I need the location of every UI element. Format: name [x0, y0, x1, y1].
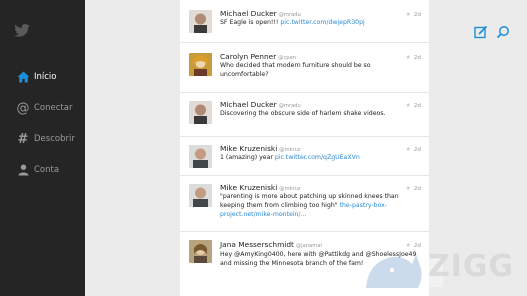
author-handle: @mradu — [278, 103, 301, 109]
zigg-watermark: ZIGG — [362, 236, 527, 296]
tweet[interactable]: Carolyn Penner @cpen ★ 2d Who decided that… — [180, 43, 429, 93]
tweet-author[interactable]: Mike Kruzeniski @mkruz — [220, 183, 301, 192]
avatar[interactable] — [189, 145, 212, 168]
tweet-link[interactable]: pic.twitter.com/qZgUEaXVn — [275, 154, 360, 161]
at-icon: @ — [16, 100, 30, 116]
author-handle: @mkruz — [279, 186, 301, 192]
tweet-author[interactable]: Michael Ducker @mradu — [220, 9, 301, 18]
tweet-text: Discovering the obscure side of harlem s… — [220, 110, 420, 119]
tweet-body: Who decided that modern furniture should… — [220, 62, 371, 78]
avatar[interactable] — [189, 10, 212, 33]
tweet-time: ★ 2d — [405, 185, 421, 192]
sidebar: Início @ Conectar # Descobrir Conta — [0, 0, 85, 296]
favorite-icon: ★ — [405, 102, 411, 109]
sidebar-item-inicio[interactable]: Início — [16, 68, 57, 86]
tweet[interactable]: Mike Kruzeniski @mkruz ★ 2d 1 (amazing) ye… — [180, 137, 429, 176]
compose-icon[interactable] — [474, 24, 488, 39]
avatar[interactable] — [189, 101, 212, 124]
tweet-author[interactable]: Jana Messerschmidt @janamal — [220, 240, 322, 249]
tweet-body: SF Eagle is open!!! — [220, 19, 281, 26]
avatar[interactable] — [189, 240, 212, 263]
tweet-time: ★ 2d — [405, 54, 421, 61]
tweet[interactable]: Mike Kruzeniski @mkruz ★ 2d "parenting is … — [180, 176, 429, 232]
home-icon — [16, 70, 30, 84]
time-label: 2d — [413, 102, 421, 109]
sidebar-item-label: Início — [34, 72, 57, 82]
sidebar-item-label: Conectar — [34, 103, 73, 113]
time-label: 2d — [413, 11, 421, 18]
sidebar-item-descobrir[interactable]: # Descobrir — [16, 130, 75, 148]
tweet-body: 1 (amazing) year — [220, 154, 275, 161]
favorite-icon: ★ — [405, 146, 411, 153]
user-icon — [16, 163, 30, 177]
tweet-text: Who decided that modern furniture should… — [220, 62, 420, 80]
time-label: 2d — [413, 185, 421, 192]
search-icon[interactable] — [496, 24, 510, 39]
sidebar-item-label: Descobrir — [34, 134, 75, 144]
tweet-author[interactable]: Mike Kruzeniski @mkruz — [220, 144, 301, 153]
tweet-time: ★ 2d — [405, 11, 421, 18]
tweet-text: SF Eagle is open!!! pic.twitter.com/dwje… — [220, 19, 420, 28]
tweet-author[interactable]: Michael Ducker @mradu — [220, 100, 301, 109]
twitter-logo-icon — [14, 22, 30, 41]
author-handle: @cpen — [278, 55, 297, 61]
watermark-text: ZIGG — [428, 249, 515, 284]
tweet[interactable]: Michael Ducker @mradu ★ 2d Discovering the… — [180, 93, 429, 137]
tweet-link[interactable]: pic.twitter.com/dwjepR30pj — [280, 19, 364, 26]
tweet-time: ★ 2d — [405, 146, 421, 153]
avatar[interactable] — [189, 53, 212, 76]
favorite-icon: ★ — [405, 185, 411, 192]
tweet-author[interactable]: Carolyn Penner @cpen — [220, 52, 296, 61]
sidebar-item-conectar[interactable]: @ Conectar — [16, 99, 73, 117]
author-handle: @mkruz — [279, 147, 301, 153]
author-name: Mike Kruzeniski — [220, 183, 278, 192]
author-handle: @mradu — [278, 12, 301, 18]
tweet-text: 1 (amazing) year pic.twitter.com/qZgUEaX… — [220, 154, 420, 163]
sidebar-item-conta[interactable]: Conta — [16, 161, 59, 179]
favorite-icon: ★ — [405, 54, 411, 61]
author-handle: @janamal — [295, 243, 322, 249]
favorite-icon: ★ — [405, 11, 411, 18]
tweet[interactable]: Michael Ducker @mradu ★ 2d SF Eagle is ope… — [180, 0, 429, 43]
author-name: Michael Ducker — [220, 100, 277, 109]
author-name: Carolyn Penner — [220, 52, 277, 61]
time-label: 2d — [413, 146, 421, 153]
avatar[interactable] — [189, 184, 212, 207]
author-name: Mike Kruzeniski — [220, 144, 278, 153]
tweet-text: "parenting is more about patching up ski… — [220, 193, 420, 219]
sidebar-item-label: Conta — [34, 165, 60, 175]
author-name: Michael Ducker — [220, 9, 277, 18]
tweet-body: Discovering the obscure side of harlem s… — [220, 110, 386, 117]
hashtag-icon: # — [17, 131, 29, 147]
tweet-time: ★ 2d — [405, 102, 421, 109]
author-name: Jana Messerschmidt — [220, 240, 294, 249]
time-label: 2d — [413, 54, 421, 61]
